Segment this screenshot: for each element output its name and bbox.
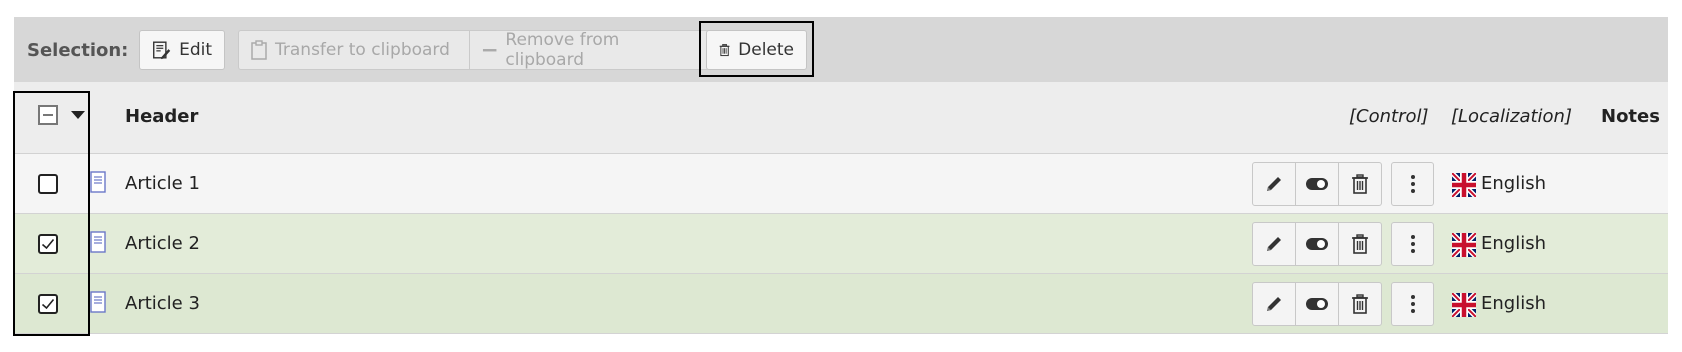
edit-selection-button[interactable]: Edit bbox=[139, 30, 225, 70]
document-icon bbox=[90, 171, 106, 193]
selection-toolbar: Selection: Edit Transfer to clipboard Re bbox=[14, 17, 1668, 82]
row-title[interactable]: Article 3 bbox=[125, 293, 200, 314]
table-row[interactable]: Article 3 English bbox=[14, 274, 1668, 334]
toggle-visibility-button[interactable] bbox=[1296, 163, 1339, 205]
column-header-control: [Control] bbox=[1349, 106, 1429, 127]
edit-record-button[interactable] bbox=[1253, 223, 1296, 265]
toggle-icon bbox=[1306, 178, 1328, 190]
delete-button-focus-outline bbox=[699, 21, 814, 77]
document-icon bbox=[90, 231, 106, 253]
delete-record-button[interactable] bbox=[1339, 163, 1381, 205]
clipboard-icon bbox=[251, 40, 267, 60]
pencil-icon bbox=[1267, 297, 1281, 311]
trash-icon bbox=[1352, 174, 1368, 194]
toggle-visibility-button[interactable] bbox=[1296, 283, 1339, 325]
row-language: English bbox=[1481, 173, 1546, 194]
more-vertical-icon bbox=[1410, 175, 1415, 193]
table-row[interactable]: Article 2 English bbox=[14, 214, 1668, 274]
transfer-button-label: Transfer to clipboard bbox=[275, 40, 450, 60]
delete-record-button[interactable] bbox=[1339, 223, 1381, 265]
row-title[interactable]: Article 2 bbox=[125, 233, 200, 254]
document-icon bbox=[90, 291, 106, 313]
transfer-to-clipboard-button[interactable]: Transfer to clipboard bbox=[238, 30, 470, 70]
more-vertical-icon bbox=[1410, 295, 1415, 313]
remove-button-label: Remove from clipboard bbox=[505, 30, 620, 70]
trash-icon bbox=[1352, 234, 1368, 254]
edit-document-icon bbox=[153, 41, 171, 60]
minus-icon bbox=[482, 49, 497, 52]
uk-flag-icon bbox=[1452, 173, 1476, 197]
record-list-panel: Selection: Edit Transfer to clipboard Re bbox=[14, 17, 1668, 335]
more-actions-button[interactable] bbox=[1391, 282, 1434, 326]
column-header-title[interactable]: Header bbox=[125, 106, 198, 127]
column-header-notes: Notes bbox=[1601, 106, 1660, 127]
row-title[interactable]: Article 1 bbox=[125, 173, 200, 194]
row-language: English bbox=[1481, 233, 1546, 254]
edit-record-button[interactable] bbox=[1253, 283, 1296, 325]
row-control-group bbox=[1252, 282, 1382, 326]
row-language: English bbox=[1481, 293, 1546, 314]
table-header: Header [Control] [Localization] Notes bbox=[14, 82, 1668, 154]
more-actions-button[interactable] bbox=[1391, 222, 1434, 266]
row-control-group bbox=[1252, 162, 1382, 206]
selection-label: Selection: bbox=[27, 40, 129, 61]
pencil-icon bbox=[1267, 177, 1281, 191]
table-row[interactable]: Article 1 English bbox=[14, 154, 1668, 214]
toggle-icon bbox=[1306, 298, 1328, 310]
column-header-localization: [Localization] bbox=[1451, 106, 1572, 127]
checkbox-column-focus-outline bbox=[13, 91, 90, 336]
pencil-icon bbox=[1267, 237, 1281, 251]
row-control-group bbox=[1252, 222, 1382, 266]
edit-button-label: Edit bbox=[179, 40, 212, 60]
more-actions-button[interactable] bbox=[1391, 162, 1434, 206]
toggle-icon bbox=[1306, 238, 1328, 250]
edit-record-button[interactable] bbox=[1253, 163, 1296, 205]
trash-icon bbox=[1352, 294, 1368, 314]
uk-flag-icon bbox=[1452, 293, 1476, 317]
remove-from-clipboard-button[interactable]: Remove from clipboard bbox=[469, 30, 709, 70]
toggle-visibility-button[interactable] bbox=[1296, 223, 1339, 265]
more-vertical-icon bbox=[1410, 235, 1415, 253]
uk-flag-icon bbox=[1452, 233, 1476, 257]
delete-record-button[interactable] bbox=[1339, 283, 1381, 325]
